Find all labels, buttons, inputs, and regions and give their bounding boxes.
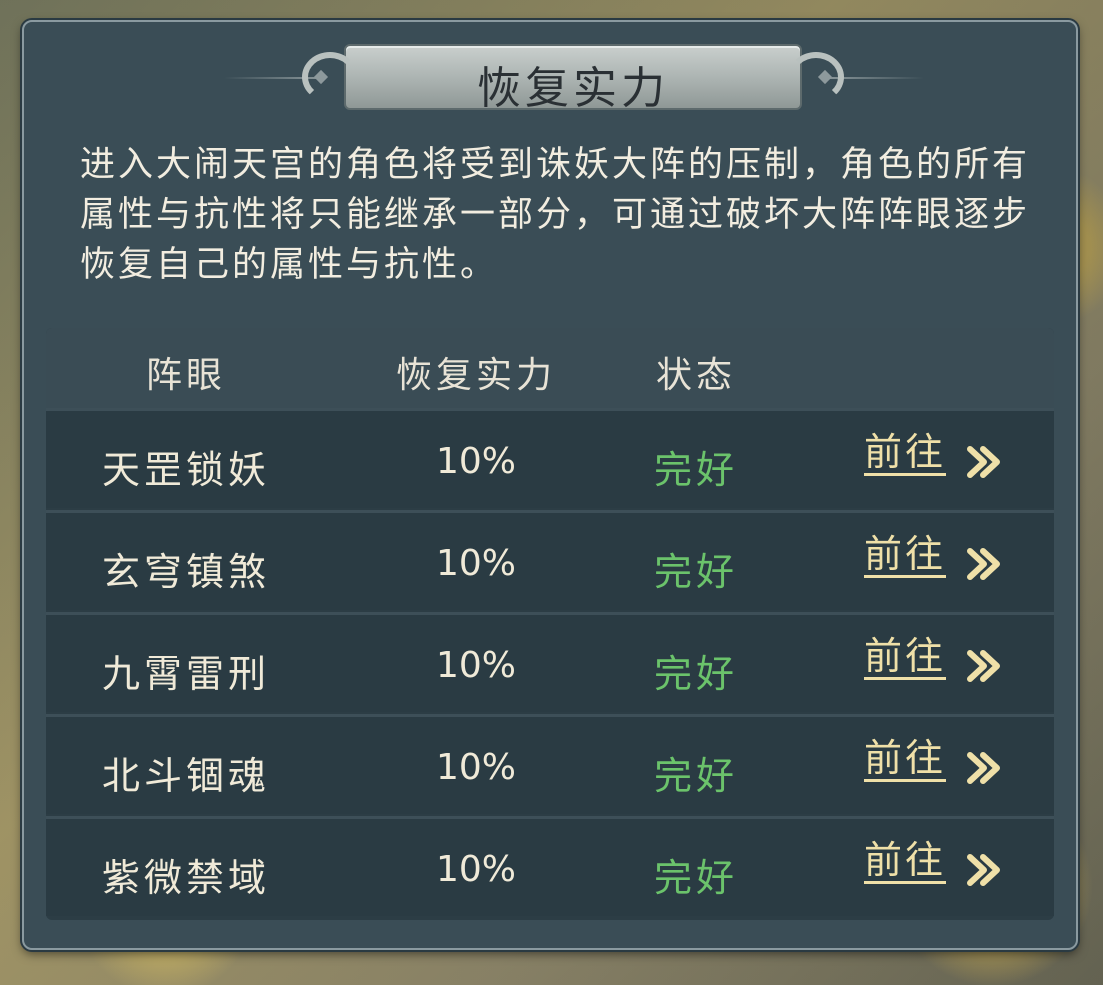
double-chevron-right-icon[interactable] <box>966 647 1004 685</box>
recovery-value: 10% <box>435 543 516 584</box>
formation-eye-name: 九霄雷刑 <box>101 652 270 696</box>
status-value: 完好 <box>653 754 738 798</box>
status-value: 完好 <box>653 448 738 492</box>
goto-link[interactable]: 前往 <box>864 839 947 884</box>
formation-eye-name: 北斗锢魂 <box>101 754 270 798</box>
formation-eye-table: 阵眼 恢复实力 状态 天罡锁妖 10% 完好 前往 玄穹镇煞 10% 完好 前往 <box>46 328 1054 920</box>
double-chevron-right-icon[interactable] <box>966 851 1004 889</box>
table-row: 北斗锢魂 10% 完好 前往 <box>46 714 1054 814</box>
formation-eye-name: 紫微禁域 <box>101 856 270 900</box>
dialog-title: 恢复实力 <box>477 63 669 114</box>
status-value: 完好 <box>653 550 738 594</box>
header-formation-eye: 阵眼 <box>145 355 226 396</box>
goto-link[interactable]: 前往 <box>864 635 947 680</box>
table-row: 九霄雷刑 10% 完好 前往 <box>46 612 1054 712</box>
double-chevron-right-icon[interactable] <box>966 749 1004 787</box>
goto-link[interactable]: 前往 <box>864 533 947 578</box>
double-chevron-right-icon[interactable] <box>966 545 1004 583</box>
status-value: 完好 <box>653 856 738 900</box>
double-chevron-right-icon[interactable] <box>966 443 1004 481</box>
table-row: 紫微禁域 10% 完好 前往 <box>46 816 1054 916</box>
header-status: 状态 <box>655 355 736 396</box>
recovery-value: 10% <box>435 849 516 890</box>
title-banner: 恢复实力 <box>302 44 844 114</box>
recovery-value: 10% <box>435 747 516 788</box>
table-row: 天罡锁妖 10% 完好 前往 <box>46 408 1054 508</box>
dialog-description: 进入大闹天宫的角色将受到诛妖大阵的压制，角色的所有属性与抗性将只能继承一部分，可… <box>80 145 1031 285</box>
formation-eye-name: 天罡锁妖 <box>101 448 270 492</box>
goto-link[interactable]: 前往 <box>864 431 947 476</box>
status-value: 完好 <box>653 652 738 696</box>
table-row: 玄穹镇煞 10% 完好 前往 <box>46 510 1054 610</box>
table-header: 阵眼 恢复实力 状态 <box>46 328 1054 408</box>
recovery-value: 10% <box>435 645 516 686</box>
header-recovery: 恢复实力 <box>395 355 556 396</box>
goto-link[interactable]: 前往 <box>864 737 947 782</box>
recovery-value: 10% <box>435 441 516 482</box>
formation-eye-name: 玄穹镇煞 <box>101 550 270 594</box>
recover-strength-dialog: 恢复实力 进入大闹天宫的角色将受到诛妖大阵的压制，角色的所有属性与抗性将只能继承… <box>22 20 1078 950</box>
